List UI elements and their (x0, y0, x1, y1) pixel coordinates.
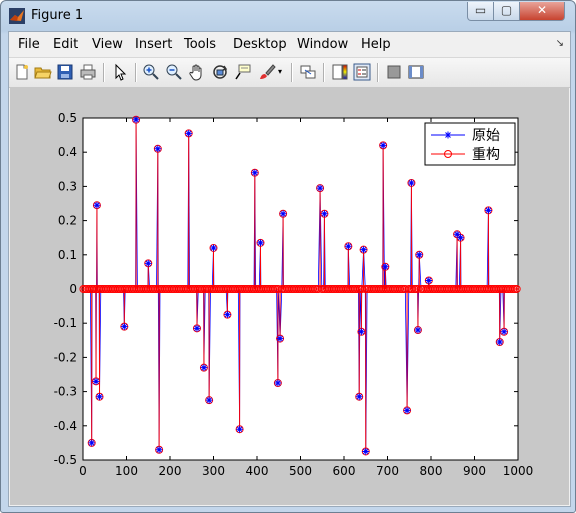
original-marker (154, 145, 162, 153)
menu-window[interactable]: Window (297, 37, 348, 52)
figure-window: Figure 1 ▭ ▢ ✕ File Edit View Insert Too… (0, 0, 576, 513)
brush-icon[interactable] (258, 63, 276, 81)
legend-icon[interactable] (353, 63, 371, 81)
x-tick-label: 400 (246, 464, 269, 478)
y-tick-label: 0 (69, 282, 77, 296)
figure-client-area: File Edit View Insert Tools Desktop Wind… (8, 31, 571, 507)
y-tick-label: 0.2 (58, 214, 77, 228)
figure-canvas: 0 100 200 300 400 500 600 700 800 900 1000 0.5 0.4 0.… (10, 87, 569, 505)
y-tick-label: -0.5 (54, 453, 77, 467)
save-icon[interactable] (56, 63, 74, 81)
pointer-icon[interactable] (111, 63, 129, 81)
original-marker (132, 116, 140, 124)
window-title: Figure 1 (31, 8, 84, 23)
x-tick-label: 0 (79, 464, 87, 478)
zoom-out-icon[interactable] (165, 63, 183, 81)
x-tick-label: 600 (333, 464, 356, 478)
stem-plot[interactable]: 0 100 200 300 400 500 600 700 800 900 1000 0.5 0.4 0.… (10, 87, 569, 505)
link-plot-icon[interactable] (299, 63, 317, 81)
pan-hand-icon[interactable] (188, 63, 206, 81)
x-tick-label: 100 (115, 464, 138, 478)
legend-original-label: 原始 (472, 128, 500, 144)
menu-view[interactable]: View (92, 37, 123, 52)
title-bar[interactable]: Figure 1 ▭ ▢ ✕ (1, 1, 575, 31)
rotate-3d-icon[interactable] (211, 63, 229, 81)
hide-plot-tools-icon[interactable] (385, 63, 403, 81)
legend-original-marker (444, 131, 452, 139)
menu-bar: File Edit View Insert Tools Desktop Wind… (9, 32, 570, 56)
legend-reconstructed-label: 重构 (472, 147, 500, 163)
y-tick-label: -0.2 (54, 350, 77, 364)
x-tick-label: 1000 (503, 464, 534, 478)
y-tick-label: 0.4 (58, 145, 77, 159)
x-tick-label: 200 (159, 464, 182, 478)
open-file-icon[interactable] (34, 63, 52, 81)
menu-help[interactable]: Help (361, 37, 391, 52)
brush-dropdown-icon[interactable]: ▾ (278, 67, 286, 85)
x-tick-label: 500 (289, 464, 312, 478)
colorbar-icon[interactable] (331, 63, 349, 81)
menu-insert[interactable]: Insert (135, 37, 172, 52)
data-cursor-icon[interactable] (234, 63, 252, 81)
minimize-button[interactable]: ▭ (467, 2, 494, 21)
y-tick-label: 0.5 (58, 111, 77, 125)
show-plot-tools-icon[interactable] (407, 63, 425, 81)
menu-edit[interactable]: Edit (53, 37, 78, 52)
close-button[interactable]: ✕ (519, 2, 565, 21)
zoom-in-icon[interactable] (142, 63, 160, 81)
legend-box (424, 122, 516, 166)
original-marker (185, 129, 193, 137)
maximize-button[interactable]: ▢ (493, 2, 520, 21)
menu-tools[interactable]: Tools (184, 37, 216, 52)
x-tick-label: 300 (202, 464, 225, 478)
matlab-logo-icon (9, 8, 25, 24)
y-tick-label: -0.1 (54, 316, 77, 330)
y-tick-label: 0.3 (58, 179, 77, 193)
figure-toolbar: ▾ (9, 57, 570, 88)
print-icon[interactable] (79, 63, 97, 81)
y-tick-label: -0.3 (54, 385, 77, 399)
y-tick-label: 0.1 (58, 248, 77, 262)
original-marker (210, 244, 217, 252)
x-tick-label: 700 (376, 464, 399, 478)
x-tick-label: 800 (420, 464, 443, 478)
new-figure-icon[interactable] (13, 63, 31, 81)
original-marker (236, 425, 244, 433)
dock-arrow-icon[interactable]: ↘ (556, 38, 564, 49)
x-tick-label: 900 (463, 464, 486, 478)
menu-desktop[interactable]: Desktop (233, 37, 287, 52)
menu-file[interactable]: File (18, 37, 40, 52)
y-tick-label: -0.4 (54, 419, 77, 433)
